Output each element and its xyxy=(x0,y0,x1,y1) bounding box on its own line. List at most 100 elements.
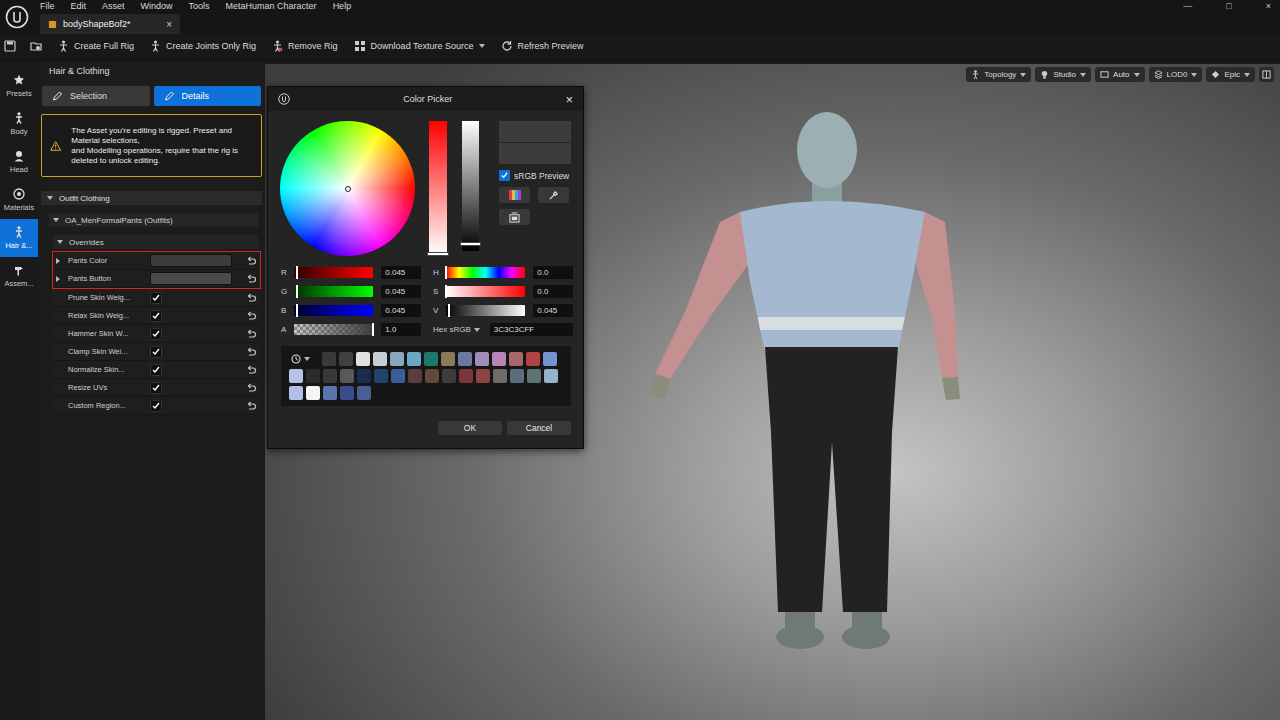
expander-icon[interactable] xyxy=(53,218,59,222)
expander-icon[interactable] xyxy=(56,276,60,282)
channel-value[interactable]: 0.045 xyxy=(381,266,421,279)
save-icon[interactable] xyxy=(4,40,16,52)
color-swatch[interactable] xyxy=(407,352,421,366)
channel-value[interactable]: 1.0 xyxy=(381,323,421,336)
rail-item[interactable]: Body xyxy=(0,105,38,143)
menu-item[interactable]: Tools xyxy=(189,0,210,12)
reset-arrow-icon[interactable] xyxy=(246,256,256,266)
color-swatch[interactable] xyxy=(510,369,524,383)
color-swatch[interactable] xyxy=(543,352,557,366)
channel-value[interactable]: 0.045 xyxy=(381,304,421,317)
color-swatch[interactable] xyxy=(150,254,232,267)
unreal-logo-icon[interactable] xyxy=(5,5,29,29)
panel-tab[interactable]: Selection xyxy=(42,86,150,106)
color-swatch[interactable] xyxy=(493,369,507,383)
color-swatch[interactable] xyxy=(306,369,320,383)
menu-item[interactable]: MetaHuman Character xyxy=(226,0,317,12)
color-swatch[interactable] xyxy=(408,369,422,383)
menu-item[interactable]: Asset xyxy=(102,0,125,12)
character-render[interactable] xyxy=(640,112,960,672)
color-swatch[interactable] xyxy=(289,386,303,400)
color-swatch[interactable] xyxy=(339,352,353,366)
checkbox[interactable] xyxy=(150,310,162,322)
color-swatch[interactable] xyxy=(373,352,387,366)
color-swatch[interactable] xyxy=(492,352,506,366)
slider-thumb[interactable] xyxy=(448,304,450,317)
checkbox[interactable] xyxy=(150,292,162,304)
channel-slider[interactable] xyxy=(294,324,373,335)
color-swatch[interactable] xyxy=(424,352,438,366)
toolbar-button[interactable]: Create Joints Only Rig xyxy=(150,40,256,52)
color-swatch[interactable] xyxy=(306,386,320,400)
slider-thumb[interactable] xyxy=(296,304,298,317)
rail-item[interactable]: Materials xyxy=(0,181,38,219)
color-swatch[interactable] xyxy=(322,352,336,366)
reset-arrow-icon[interactable] xyxy=(246,274,256,284)
color-swatch[interactable] xyxy=(441,352,455,366)
wheel-marker[interactable] xyxy=(345,186,351,192)
slider-thumb[interactable] xyxy=(460,242,481,246)
toolbar-button[interactable]: Download Texture Source xyxy=(354,40,485,52)
channel-slider[interactable] xyxy=(446,267,525,278)
color-swatch[interactable] xyxy=(425,369,439,383)
hex-value[interactable]: 3C3C3CFF xyxy=(490,323,573,336)
reset-arrow-icon[interactable] xyxy=(246,365,256,375)
color-swatch[interactable] xyxy=(390,352,404,366)
reset-arrow-icon[interactable] xyxy=(246,329,256,339)
window-control[interactable]: — xyxy=(1174,0,1201,12)
hex-mode-dropdown[interactable]: Hex sRGB xyxy=(433,325,480,334)
expander-icon[interactable] xyxy=(47,196,53,200)
reset-arrow-icon[interactable] xyxy=(246,383,256,393)
recent-colors-dropdown[interactable] xyxy=(289,352,319,366)
section-header[interactable]: Outfit Clothing xyxy=(41,191,262,205)
dialog-button[interactable]: OK xyxy=(438,421,502,435)
color-swatch[interactable] xyxy=(442,369,456,383)
slider-thumb[interactable] xyxy=(427,252,449,256)
dialog-title-bar[interactable]: Color Picker× xyxy=(268,87,583,111)
channel-slider[interactable] xyxy=(446,305,525,316)
reset-arrow-icon[interactable] xyxy=(246,347,256,357)
close-dialog-button[interactable]: × xyxy=(565,92,573,107)
menu-item[interactable]: Window xyxy=(141,0,173,12)
color-swatch[interactable] xyxy=(458,352,472,366)
color-swatch[interactable] xyxy=(150,272,232,285)
outfit-header[interactable]: OA_MenFormalPants (Outfits) xyxy=(49,213,258,227)
checkbox[interactable] xyxy=(499,170,510,181)
channel-value[interactable]: 0.045 xyxy=(533,304,573,317)
menu-item[interactable]: File xyxy=(40,0,55,12)
theme-button[interactable] xyxy=(499,209,530,225)
expander-icon[interactable] xyxy=(57,240,63,244)
color-swatch[interactable] xyxy=(544,369,558,383)
color-swatch[interactable] xyxy=(323,386,337,400)
color-swatch[interactable] xyxy=(357,386,371,400)
viewport-dropdown[interactable]: Studio xyxy=(1035,67,1091,82)
channel-slider[interactable] xyxy=(294,305,373,316)
color-wheel[interactable] xyxy=(280,121,415,256)
color-swatch[interactable] xyxy=(356,352,370,366)
color-swatch[interactable] xyxy=(527,369,541,383)
reset-arrow-icon[interactable] xyxy=(246,401,256,411)
window-control[interactable]: × xyxy=(1257,0,1280,12)
slider-thumb[interactable] xyxy=(296,266,298,279)
color-swatch[interactable] xyxy=(289,369,303,383)
eyedropper-button[interactable] xyxy=(538,187,569,203)
spectrum-button[interactable] xyxy=(499,187,530,203)
checkbox[interactable] xyxy=(150,346,162,358)
checkbox[interactable] xyxy=(150,328,162,340)
srgb-preview-toggle[interactable]: sRGB Preview xyxy=(499,170,571,181)
group-header[interactable]: Overrides xyxy=(53,235,258,249)
color-swatch[interactable] xyxy=(526,352,540,366)
rail-item[interactable]: Assem... xyxy=(0,257,38,295)
color-swatch[interactable] xyxy=(509,352,523,366)
color-swatch[interactable] xyxy=(459,369,473,383)
slider-thumb[interactable] xyxy=(296,285,298,298)
color-swatch[interactable] xyxy=(340,369,354,383)
color-swatch[interactable] xyxy=(475,352,489,366)
vertical-slider[interactable] xyxy=(462,121,479,251)
menu-item[interactable]: Help xyxy=(333,0,352,12)
viewport-dropdown[interactable]: Topology xyxy=(966,67,1031,82)
slider-thumb[interactable] xyxy=(445,266,447,279)
rail-item[interactable]: Presets xyxy=(0,67,38,105)
viewport-options[interactable] xyxy=(1259,67,1274,82)
viewport[interactable]: TopologyStudioAutoLOD0EpicColor Picker×s… xyxy=(265,62,1280,720)
